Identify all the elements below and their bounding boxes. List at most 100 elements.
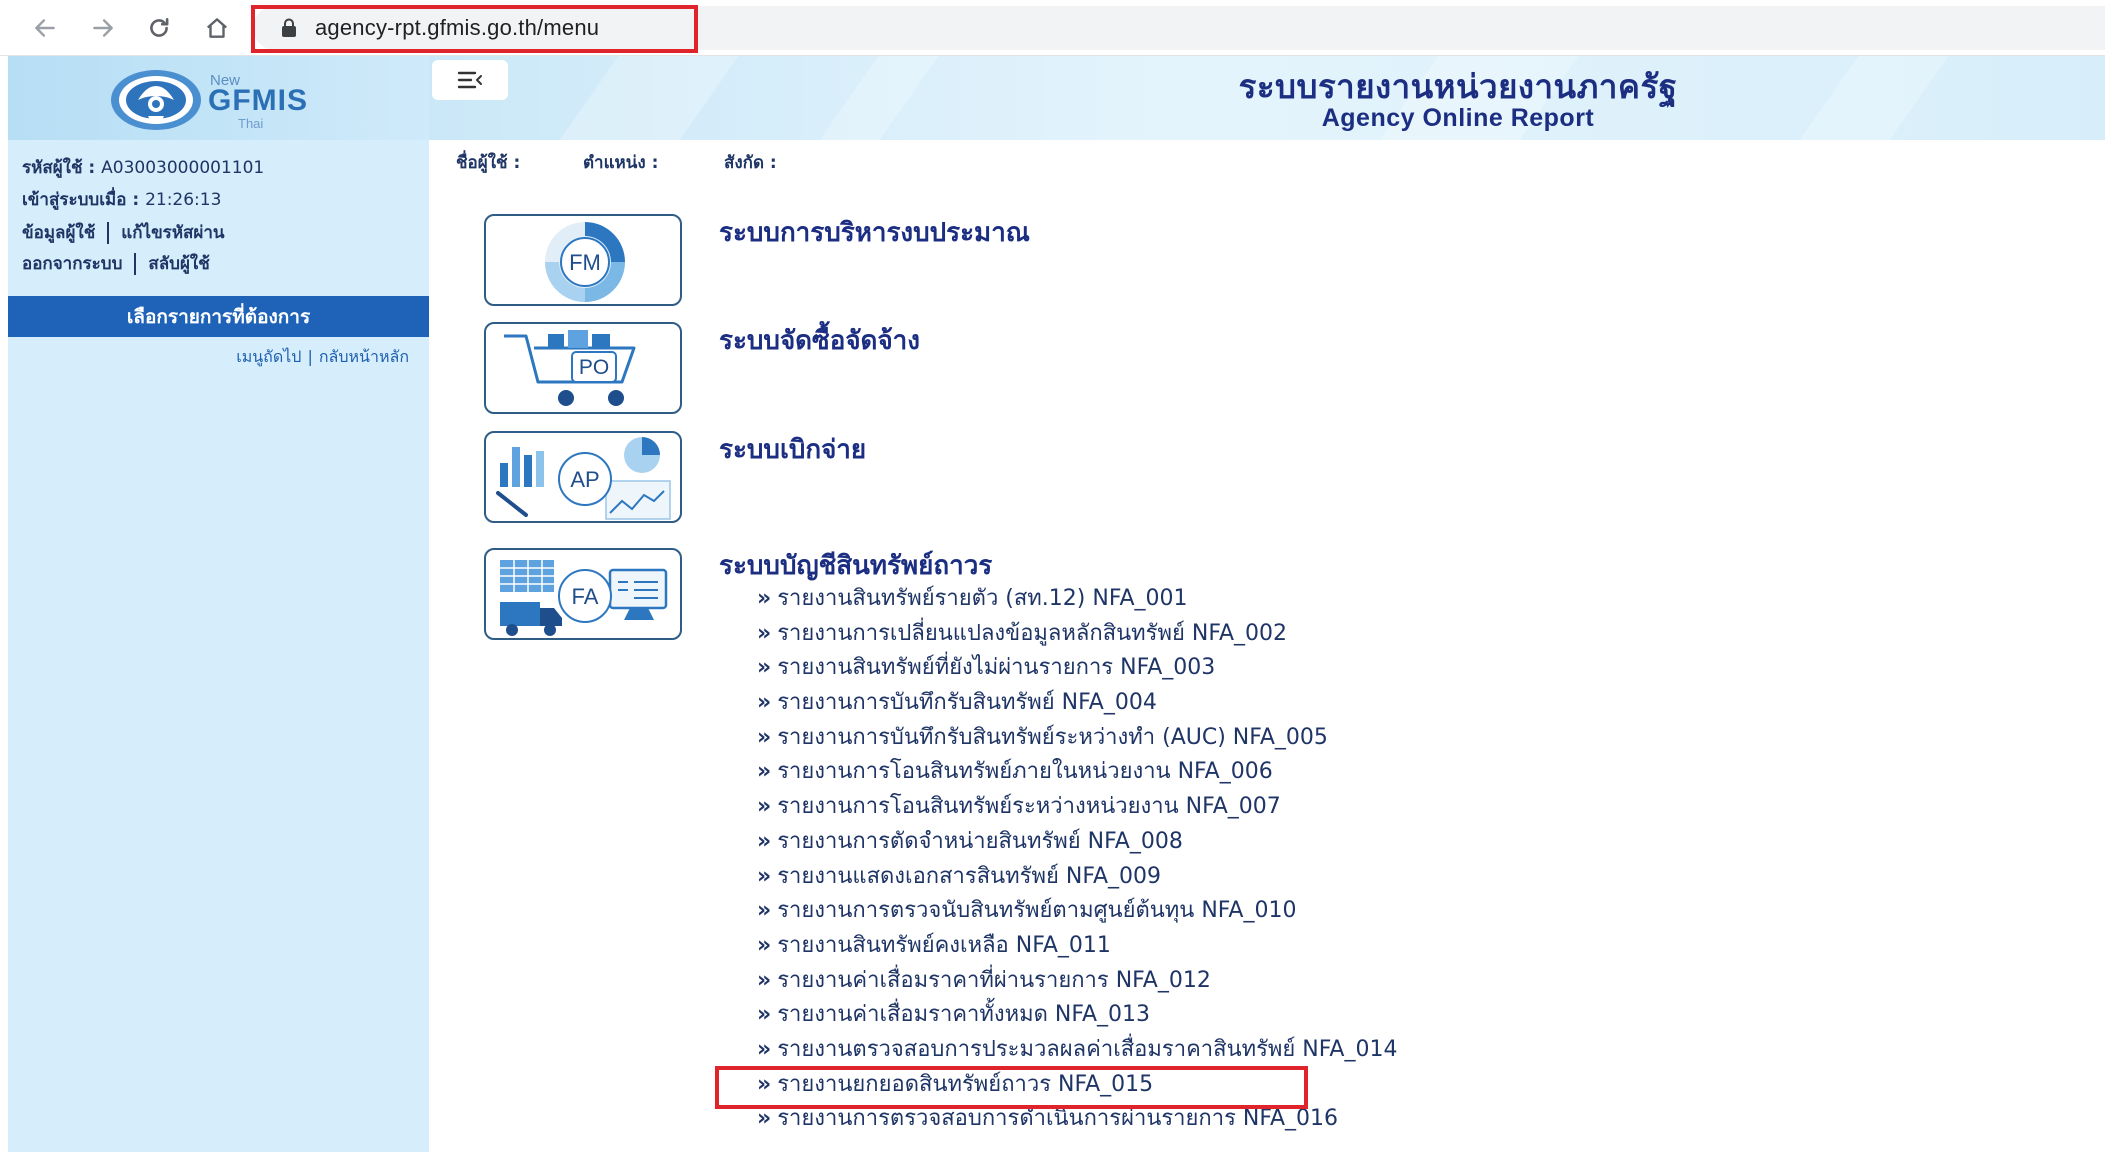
- report-link-nfa-007[interactable]: » รายงานการโอนสินทรัพย์ระหว่างหน่วยงาน NF…: [757, 790, 1397, 825]
- bullet-icon: »: [757, 1106, 772, 1132]
- report-label: รายงานค่าเสื่อมราคาทั้งหมด NFA_013: [777, 1002, 1151, 1028]
- bullet-icon: »: [757, 759, 772, 785]
- bullet-icon: »: [757, 898, 772, 924]
- budget-chart-icon: FM: [545, 222, 625, 302]
- ap-module-tile[interactable]: AP: [484, 431, 682, 523]
- report-label: รายงานแสดงเอกสารสินทรัพย์ NFA_009: [777, 863, 1162, 889]
- page-subtitle: Agency Online Report: [1321, 104, 1595, 132]
- payment-chart-icon: AP: [496, 437, 671, 520]
- bullet-icon: »: [757, 828, 772, 854]
- arrow-left-icon: [35, 19, 55, 37]
- bullet-icon: »: [757, 620, 772, 646]
- bullet-icon: »: [757, 932, 772, 958]
- report-link-nfa-012[interactable]: » รายงานค่าเสื่อมราคาที่ผ่านรายการ NFA_01…: [757, 964, 1397, 999]
- bullet-icon: »: [757, 724, 772, 750]
- report-link-nfa-002[interactable]: » รายงานการเปลี่ยนแปลงข้อมูลหลักสินทรัพย์…: [757, 617, 1397, 652]
- logo-area: New GFMIS Thai: [8, 56, 429, 140]
- report-label: รายงานการบันทึกรับสินทรัพย์ NFA_004: [777, 690, 1157, 716]
- report-link-nfa-013[interactable]: » รายงานค่าเสื่อมราคาทั้งหมด NFA_013: [757, 998, 1397, 1033]
- report-highlight-box: [715, 1066, 1308, 1109]
- username-label: ชื่อผู้ใช้ :: [456, 153, 521, 173]
- link-separator: [134, 253, 137, 275]
- user-links: ข้อมูลผู้ใช้ แก้ไขรหัสผ่าน ออกจากระบบ สลับ…: [22, 218, 225, 280]
- report-link-nfa-005[interactable]: » รายงานการบันทึกรับสินทรัพย์ระหว่างทำ (A…: [757, 721, 1397, 756]
- switch-user-link[interactable]: สลับผู้ใช้: [148, 254, 209, 274]
- report-label: รายงานการตรวจสอบการดำเนินการผ่านรายการ N…: [777, 1106, 1339, 1132]
- ap-code: AP: [570, 467, 599, 492]
- user-strip: ชื่อผู้ใช้ : ตำแหน่ง : สังกัด :: [429, 140, 2105, 180]
- report-link-nfa-008[interactable]: » รายงานการตัดจำหน่ายสินทรัพย์ NFA_008: [757, 825, 1397, 860]
- user-id-label: รหัสผู้ใช้ :: [22, 158, 96, 178]
- report-label: รายงานค่าเสื่อมราคาที่ผ่านรายการ NFA_012: [777, 967, 1211, 993]
- sidebar-toggle-button[interactable]: [432, 60, 508, 100]
- bullet-icon: »: [757, 690, 772, 716]
- report-label: รายงานการตัดจำหน่ายสินทรัพย์ NFA_008: [777, 828, 1183, 854]
- report-label: รายงานการโอนสินทรัพย์ภายในหน่วยงาน NFA_0…: [777, 759, 1273, 785]
- logo-name: GFMIS: [208, 84, 308, 117]
- po-module-tile[interactable]: PO: [484, 322, 682, 414]
- home-button[interactable]: [198, 9, 236, 47]
- bullet-icon: »: [757, 1002, 772, 1028]
- shopping-cart-icon: PO: [504, 330, 636, 406]
- report-link-nfa-009[interactable]: » รายงานแสดงเอกสารสินทรัพย์ NFA_009: [757, 860, 1397, 895]
- logo-sub: Thai: [238, 116, 264, 131]
- report-label: รายงานการบันทึกรับสินทรัพย์ระหว่างทำ (AU…: [777, 724, 1328, 750]
- back-home-link[interactable]: กลับหน้าหลัก: [319, 347, 409, 366]
- menu-header: เลือกรายการที่ต้องการ: [8, 296, 429, 337]
- menu-nav-links: เมนูถัดไป | กลับหน้าหลัก: [236, 345, 409, 370]
- report-link-nfa-003[interactable]: » รายงานสินทรัพย์ที่ยังไม่ผ่านรายการ NFA_…: [757, 651, 1397, 686]
- bullet-icon: »: [757, 794, 772, 820]
- link-separator: |: [307, 347, 313, 366]
- bullet-icon: »: [757, 863, 772, 889]
- report-link-nfa-004[interactable]: » รายงานการบันทึกรับสินทรัพย์ NFA_004: [757, 686, 1397, 721]
- fm-module-tile[interactable]: FM: [484, 214, 682, 306]
- position-label: ตำแหน่ง :: [583, 153, 659, 173]
- report-label: รายงานตรวจสอบการประมวลผลค่าเสื่อมราคาสิน…: [777, 1036, 1398, 1062]
- back-button[interactable]: [26, 9, 64, 47]
- forward-button[interactable]: [84, 9, 122, 47]
- po-code: PO: [579, 356, 609, 379]
- report-link-nfa-011[interactable]: » รายงานสินทรัพย์คงเหลือ NFA_011: [757, 929, 1397, 964]
- report-link-nfa-006[interactable]: » รายงานการโอนสินทรัพย์ภายในหน่วยงาน NFA_…: [757, 755, 1397, 790]
- logout-link[interactable]: ออกจากระบบ: [22, 254, 122, 274]
- browser-toolbar: agency-rpt.gfmis.go.th/menu: [0, 0, 2105, 56]
- report-label: รายงานการตรวจนับสินทรัพย์ตามศูนย์ต้นทุน …: [777, 898, 1297, 924]
- next-menu-link[interactable]: เมนูถัดไป: [236, 347, 301, 366]
- fm-code: FM: [569, 250, 601, 275]
- report-link-nfa-010[interactable]: » รายงานการตรวจนับสินทรัพย์ตามศูนย์ต้นทุน…: [757, 894, 1397, 929]
- report-label: รายงานสินทรัพย์ที่ยังไม่ผ่านรายการ NFA_0…: [777, 655, 1216, 681]
- bullet-icon: »: [757, 655, 772, 681]
- bullet-icon: »: [757, 586, 772, 611]
- fm-module-title[interactable]: ระบบการบริหารงบประมาณ: [719, 212, 1030, 253]
- gfmis-logo[interactable]: New GFMIS Thai: [108, 64, 338, 134]
- fa-module-title[interactable]: ระบบบัญชีสินทรัพย์ถาวร: [719, 545, 992, 586]
- affiliation-label: สังกัด :: [724, 153, 777, 173]
- user-info-link[interactable]: ข้อมูลผู้ใช้: [22, 223, 95, 243]
- garuda-emblem-icon: [111, 70, 201, 130]
- fa-code: FA: [572, 584, 599, 609]
- left-sidebar: New GFMIS Thai รหัสผู้ใช้ : A03003000001…: [8, 56, 429, 1152]
- report-link-nfa-001[interactable]: » รายงานสินทรัพย์รายตัว (สท.12) NFA_001: [757, 582, 1397, 617]
- reload-button[interactable]: [140, 9, 178, 47]
- change-password-link[interactable]: แก้ไขรหัสผ่าน: [121, 223, 224, 243]
- reload-icon: [150, 18, 169, 37]
- login-time-label: เข้าสู่ระบบเมื่อ :: [22, 190, 140, 210]
- ap-module-title[interactable]: ระบบเบิกจ่าย: [719, 429, 866, 470]
- report-label: รายงานสินทรัพย์รายตัว (สท.12) NFA_001: [777, 586, 1188, 611]
- report-label: รายงานการเปลี่ยนแปลงข้อมูลหลักสินทรัพย์ …: [777, 620, 1288, 646]
- banner-decoration: [559, 56, 739, 140]
- user-info: รหัสผู้ใช้ : A03003000001101 เข้าสู่ระบบ…: [22, 152, 264, 216]
- fa-report-list: » รายงานสินทรัพย์รายตัว (สท.12) NFA_001 »…: [757, 582, 1397, 1137]
- login-time-value: 21:26:13: [145, 190, 222, 210]
- url-highlight-box: [251, 5, 698, 53]
- user-id-row: รหัสผู้ใช้ : A03003000001101: [22, 152, 264, 184]
- fa-module-tile[interactable]: FA: [484, 548, 682, 640]
- report-link-nfa-014[interactable]: » รายงานตรวจสอบการประมวลผลค่าเสื่อมราคาสิ…: [757, 1033, 1397, 1068]
- report-label: รายงานการโอนสินทรัพย์ระหว่างหน่วยงาน NFA…: [777, 794, 1281, 820]
- banner-decoration: [819, 56, 939, 140]
- po-module-title[interactable]: ระบบจัดซื้อจัดจ้าง: [719, 320, 920, 361]
- user-id-value: A03003000001101: [101, 158, 265, 178]
- arrow-right-icon: [93, 19, 113, 37]
- login-time-row: เข้าสู่ระบบเมื่อ : 21:26:13: [22, 184, 264, 216]
- bullet-icon: »: [757, 967, 772, 993]
